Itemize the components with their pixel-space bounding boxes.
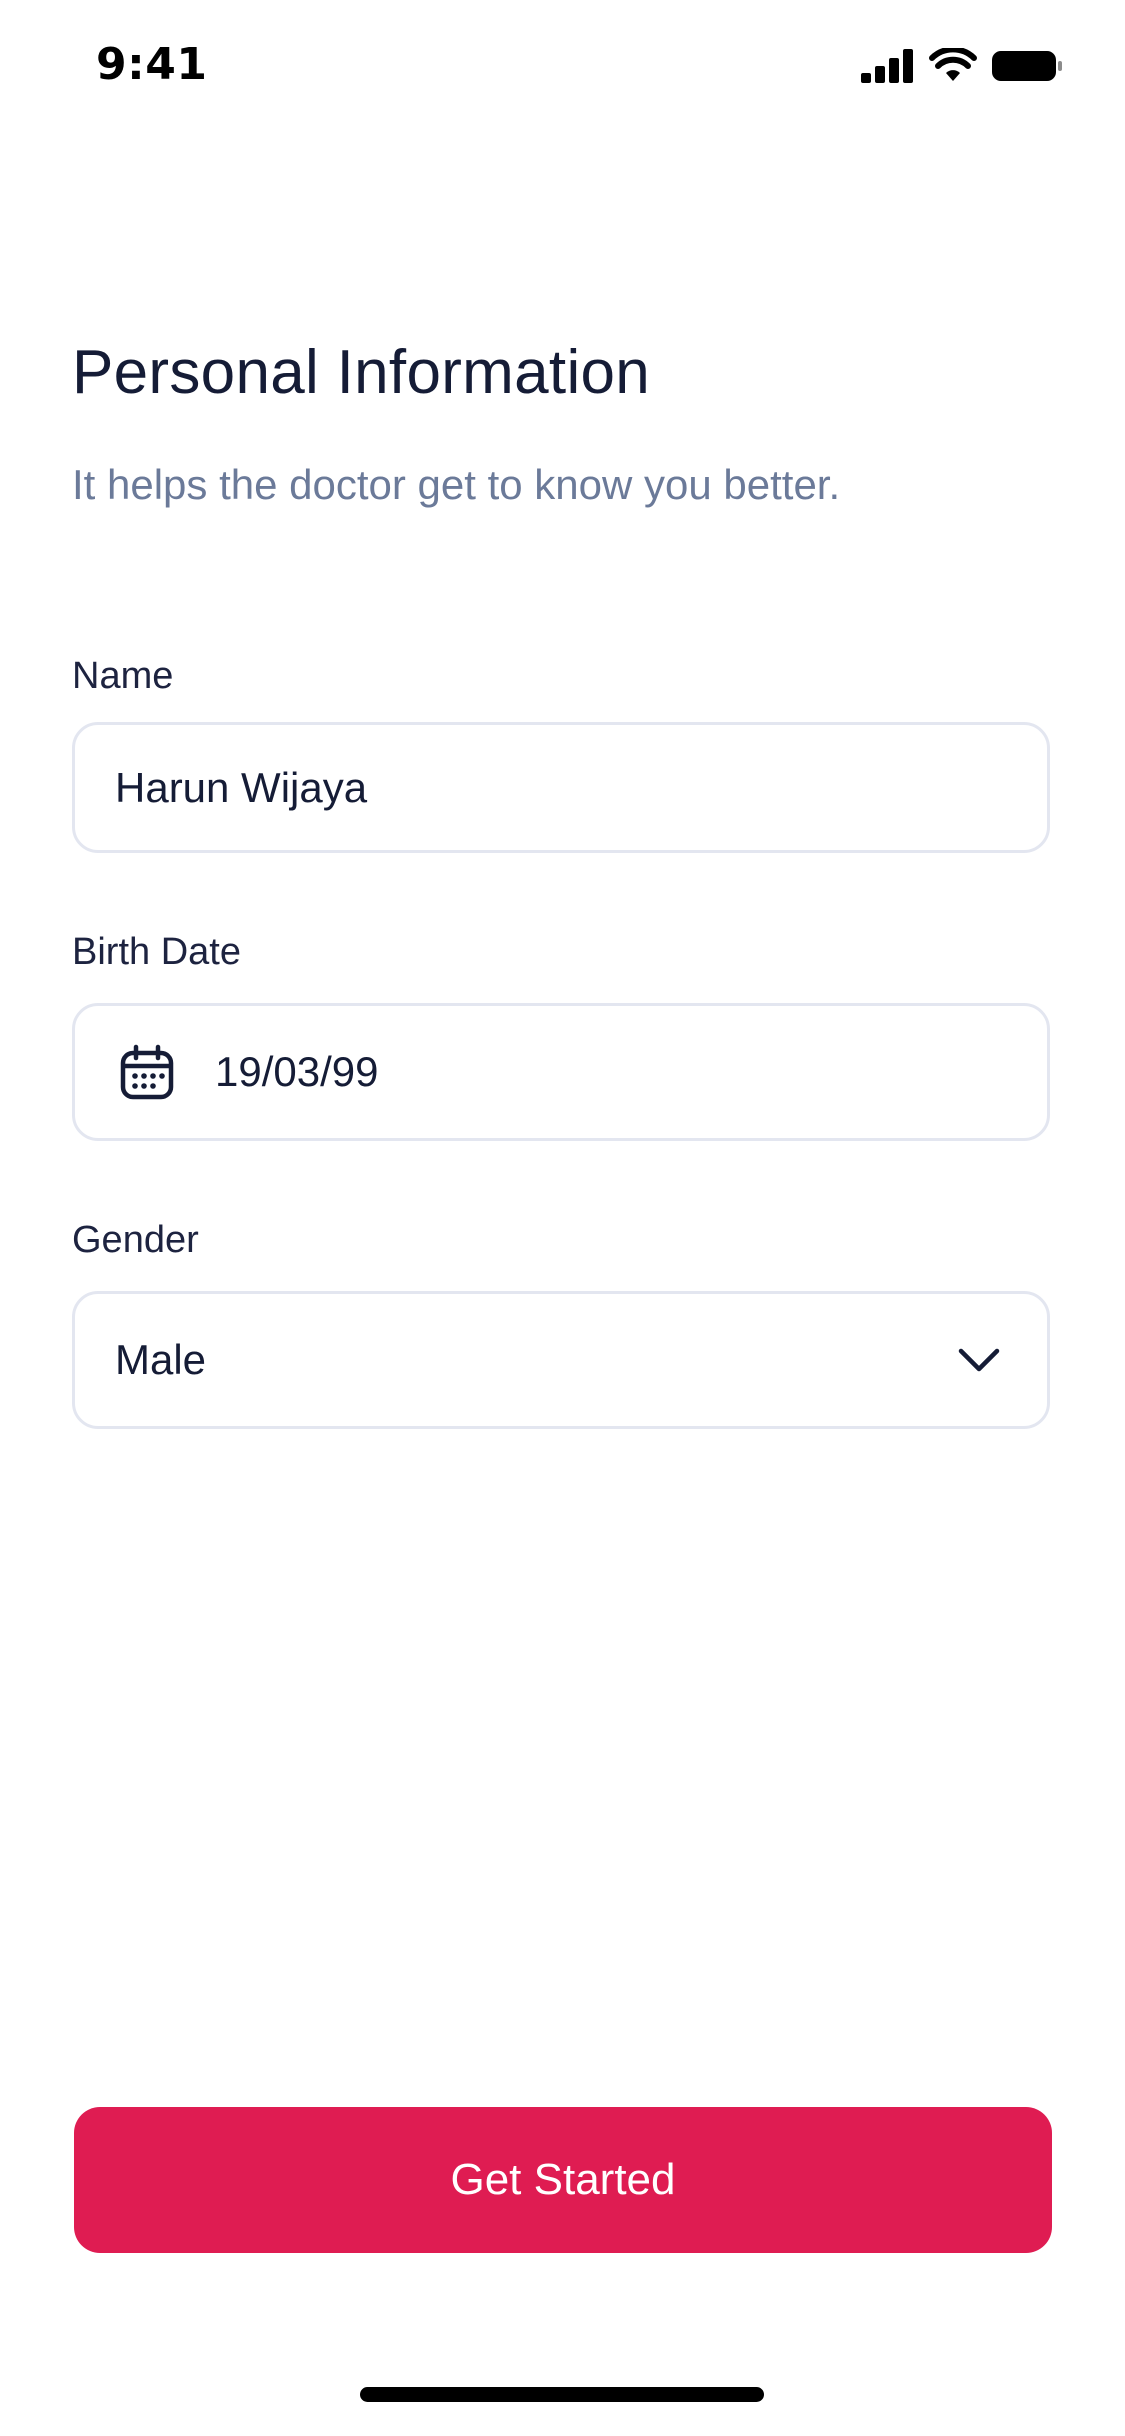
cellular-signal-icon [861,49,913,83]
chevron-down-icon[interactable] [957,1346,1001,1374]
name-field[interactable]: Harun Wijaya [72,722,1050,853]
battery-icon [992,51,1062,81]
name-value[interactable]: Harun Wijaya [115,762,367,814]
wifi-icon [929,48,977,81]
status-time: 9:41 [96,39,208,90]
birth-date-value[interactable]: 19/03/99 [215,1046,379,1098]
calendar-icon [120,1044,174,1100]
gender-value[interactable]: Male [115,1334,206,1386]
gender-select[interactable]: Male [72,1291,1050,1429]
page-subtitle: It helps the doctor get to know you bett… [72,461,841,508]
get-started-button[interactable]: Get Started [74,2107,1052,2253]
birth-date-label: Birth Date [72,931,241,973]
gender-label: Gender [72,1219,199,1261]
name-label: Name [72,655,174,697]
page-title: Personal Information [72,338,651,407]
status-icons [861,46,1063,86]
birth-date-field[interactable]: 19/03/99 [72,1003,1050,1141]
status-bar: 9:41 [0,0,1125,130]
home-indicator[interactable] [360,2387,764,2402]
